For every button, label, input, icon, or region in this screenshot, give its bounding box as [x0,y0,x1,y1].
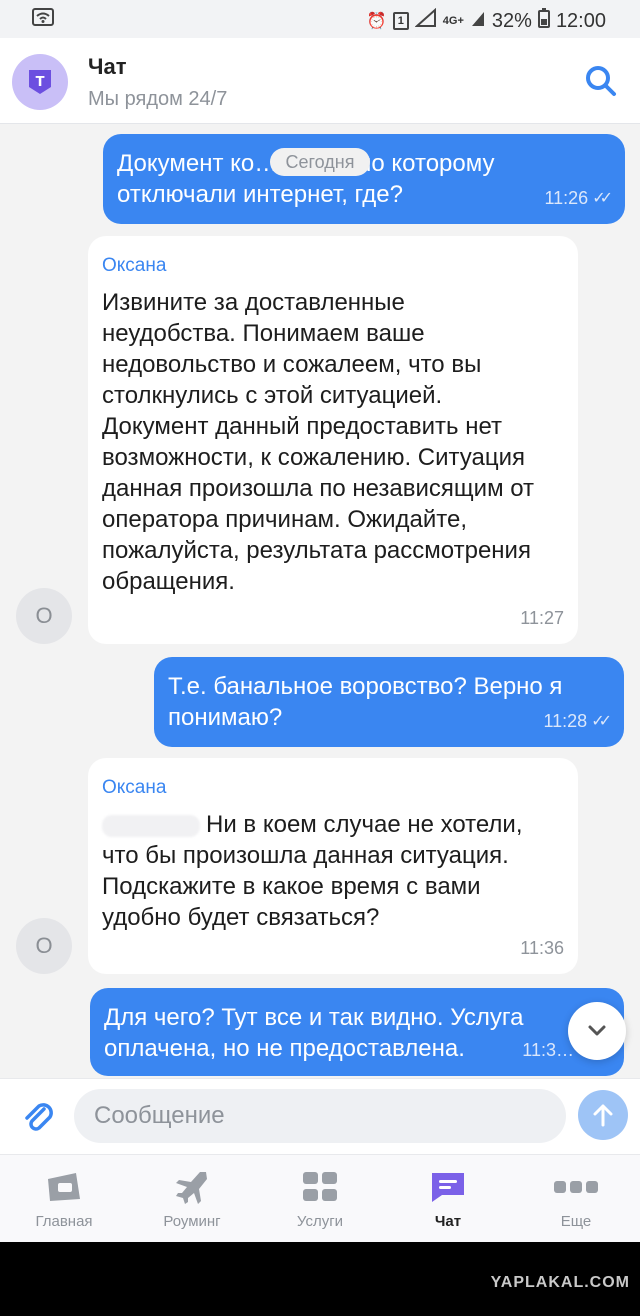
message-outgoing: Т.е. банальное воровство? Верно я понима… [154,657,624,747]
read-ticks-icon: ✓✓ [592,190,613,207]
date-separator: Сегодня [270,148,370,176]
bottom-tab-bar: Главная Роуминг Услуги Чат Еще [0,1154,640,1242]
arrow-up-icon [593,1104,613,1127]
battery-icon [537,8,550,34]
message-incoming: Оксана Ни в коем случае не хотели, что б… [88,758,578,974]
sender-name: Оксана [102,255,167,276]
avatar: О [16,918,72,974]
sim-indicator: 1 [392,12,409,30]
tab-chat[interactable]: Чат [384,1167,512,1237]
sender-name: Оксана [102,777,167,798]
message-time: 11:28 [543,711,588,731]
svg-text:T: T [36,75,45,90]
message-time: 11:36 [520,938,564,958]
attach-button[interactable] [20,1099,58,1137]
signal-icon-2 [470,8,486,34]
chat-header: T Чат Мы рядом 24/7 [0,38,640,124]
tab-label: Роуминг [163,1213,221,1230]
signal-icon [414,7,437,34]
message-input[interactable] [74,1089,566,1143]
tab-label: Услуги [296,1213,344,1230]
page-title: Чат [88,54,127,79]
message-outgoing: Для чего? Тут все и так видно. Услуга оп… [90,988,624,1076]
redacted-name [102,814,200,837]
tab-services[interactable]: Услуги [256,1167,384,1237]
network-type: 4G+ [442,15,464,27]
message-time: 11:27 [520,608,564,628]
tab-label: Главная [35,1213,93,1230]
chevron-down-icon [588,1025,606,1036]
battery-percent: 32% [491,9,532,32]
message-time: 11:26 [544,188,589,208]
message-time: 11:3… [522,1040,574,1060]
watermark: YAPLAKAL.COM [490,1274,630,1291]
paperclip-icon [25,1103,53,1131]
more-icon [512,1167,640,1207]
message-composer [0,1078,640,1154]
tab-home[interactable]: Главная [0,1167,128,1237]
chat-messages[interactable]: Документ ко… согласно которому отключали… [0,124,640,1078]
wifi-icon [32,8,54,31]
home-card-icon [0,1167,128,1207]
tab-label: Еще [560,1213,592,1230]
brand-logo: T [12,54,68,110]
tab-label: Чат [434,1213,462,1230]
message-outgoing: Документ ко… согласно которому отключали… [103,134,625,224]
avatar: О [16,588,72,644]
search-icon [586,66,616,96]
clock: 12:00 [555,9,606,32]
send-button[interactable] [578,1090,628,1140]
read-ticks-icon: ✓✓ [591,713,612,730]
message-text: Для чего? Тут все и так видно. Услуга оп… [104,1004,524,1062]
tab-roaming[interactable]: Роуминг [128,1167,256,1237]
alarm-icon: ⏰ [366,13,387,30]
grid-icon [256,1167,384,1207]
message-text: Т.е. банальное воровство? Верно я понима… [168,673,563,731]
message-text: Извините за доставленные неудобства. Пон… [102,289,535,595]
airplane-icon [128,1167,256,1207]
search-button[interactable] [584,64,618,98]
message-incoming: Оксана Извините за доставленные неудобст… [88,236,578,644]
page-subtitle: Мы рядом 24/7 [88,88,228,110]
tab-more[interactable]: Еще [512,1167,640,1237]
scroll-down-button[interactable] [568,1002,626,1060]
status-bar: ⏰ 1 4G+ 32% 12:00 [0,0,640,38]
bottom-strip: YAPLAKAL.COM [0,1242,640,1316]
chat-icon [384,1167,512,1207]
